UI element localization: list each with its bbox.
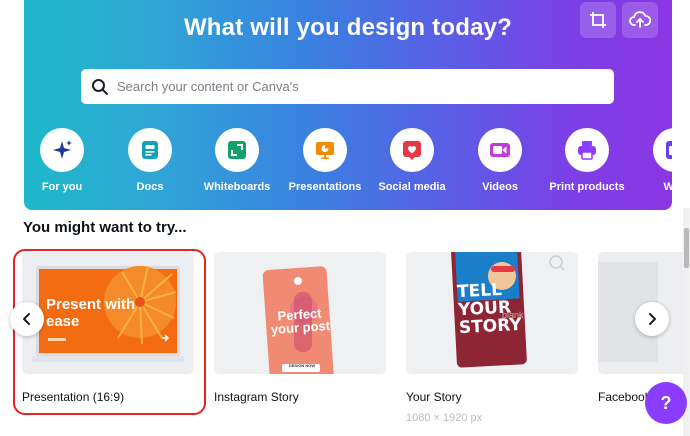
doc-icon [142,141,158,159]
presentation-icon [316,142,334,159]
hero-banner: What will you design today? Search your … [24,0,672,210]
selection-highlight [13,249,206,415]
hero-title: What will you design today? [183,14,513,41]
video-icon [490,143,510,157]
card-title: Your Story [406,390,462,404]
help-icon: ? [660,392,672,413]
web-icon [666,141,672,159]
category-whiteboards[interactable]: Whiteboards [192,128,282,193]
category-icon-circle [478,128,522,172]
whiteboard-icon [228,141,246,159]
category-label: Print products [549,181,625,193]
category-icon-circle [653,128,672,172]
category-icon-circle [128,128,172,172]
card-thumbnail: TELL YOUR STORY blank [406,252,578,374]
category-videos[interactable]: Videos [455,128,545,193]
carousel-next-button[interactable] [635,302,669,336]
thumb-text: Perfect your post [270,305,331,338]
category-label: Presentations [288,181,362,193]
card-thumbnail: Perfect your post DESIGN NOW [214,252,386,374]
custom-size-button[interactable] [580,2,616,38]
card-your-story[interactable]: TELL YOUR STORY blank Your Story 1080 × … [406,252,578,424]
chevron-left-icon [23,313,30,325]
category-web[interactable]: Web [630,128,672,193]
resize-icon [590,12,606,28]
search-bar[interactable] [81,69,614,104]
category-icon-circle [215,128,259,172]
printer-icon [578,141,596,160]
category-icon-circle [303,128,347,172]
card-dimensions: 1080 × 1920 px [406,412,483,424]
category-for-you[interactable]: For you [24,128,107,193]
chevron-right-icon [649,313,656,325]
thumb-text: TELL YOUR STORY [456,279,523,339]
category-label: Videos [482,181,518,193]
category-icon-circle [390,128,434,172]
upload-button[interactable] [622,2,658,38]
scrollbar-thumb[interactable] [684,228,689,268]
category-social-media[interactable]: Social media [367,128,457,193]
sparkle-icon [53,140,72,159]
thumb-badge: blank [502,310,524,320]
category-row: For you Docs Whiteboards Presentations S… [24,128,672,200]
help-button[interactable]: ? [645,382,687,424]
search-input[interactable] [117,79,597,94]
category-label: For you [41,181,83,193]
category-label: Whiteboards [203,181,271,193]
thumb-badge: DESIGN NOW [288,363,316,368]
category-label: Social media [378,181,446,193]
card-instagram-story[interactable]: Perfect your post DESIGN NOW Instagram S… [214,252,386,404]
category-docs[interactable]: Docs [105,128,195,193]
card-title: Instagram Story [214,390,299,404]
section-title: You might want to try... [23,219,187,236]
category-icon-circle [565,128,609,172]
canva-home: What will you design today? Search your … [0,0,690,436]
category-presentations[interactable]: Presentations [280,128,370,193]
category-icon-circle [40,128,84,172]
cloud-upload-icon [629,11,651,28]
search-icon [92,78,108,95]
category-label: Web [663,181,672,193]
category-label: Docs [136,181,164,193]
category-print-products[interactable]: Print products [542,128,632,193]
carousel-prev-button[interactable] [10,302,44,336]
heart-icon [403,141,421,160]
